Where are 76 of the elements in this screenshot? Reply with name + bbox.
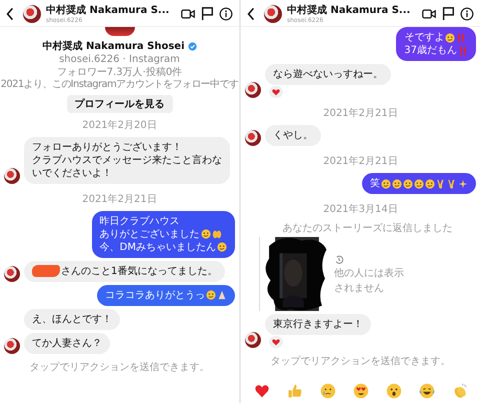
laughing-face-icon[interactable] — [418, 383, 434, 399]
message-text: なら遊べないっすねー。 — [273, 68, 383, 81]
date-label: 2021年2月20日 — [82, 118, 157, 132]
message-text: いでくださいよ！ — [32, 166, 112, 180]
double-exclamation-icon — [456, 32, 466, 42]
date-label: 2021年2月21日 — [323, 107, 398, 120]
date-label: 2021年2月21日 — [323, 155, 398, 168]
message-bubble[interactable]: くやし。 — [265, 125, 321, 146]
message-bubble[interactable]: 笑 — [362, 173, 476, 194]
smiley-face-icon — [206, 290, 216, 300]
sparkle-icon — [458, 178, 468, 188]
smiley-face-icon — [425, 178, 435, 188]
info-icon[interactable] — [460, 6, 474, 20]
crying-face-icon[interactable] — [320, 383, 336, 399]
heart-icon[interactable] — [254, 383, 270, 399]
message-text: ありがとございました — [100, 228, 200, 240]
message-text: くやし。 — [273, 129, 313, 142]
message-text: 37歳だもん — [404, 44, 457, 57]
heart-reaction-icon[interactable] — [269, 336, 283, 348]
double-exclamation-icon — [458, 46, 468, 56]
video-call-icon[interactable] — [181, 6, 195, 20]
message-bubble[interactable]: さんのこと1番気になってました。 — [24, 260, 226, 282]
reaction-hint: タップでリアクションを送信できます。 — [270, 354, 450, 368]
back-icon[interactable] — [247, 6, 255, 20]
story-reply-label: あなたのストーリーズに返信しました — [282, 222, 452, 235]
smiley-face-icon — [445, 32, 456, 42]
story-caption: 他の人には表示 — [334, 268, 404, 280]
date-label: 2021年2月21日 — [82, 192, 157, 206]
message-text: 昨日クラブハウス — [100, 214, 180, 228]
profile-name: 中村奨成 Nakamura Shosei — [42, 40, 185, 53]
message-bubble[interactable]: え、ほんとです！ — [24, 308, 120, 330]
video-call-icon[interactable] — [422, 6, 436, 20]
story-caption: されません — [334, 283, 385, 295]
message-text: フォローありがとうございます！ — [32, 140, 182, 154]
info-icon[interactable] — [219, 6, 233, 20]
replay-icon — [334, 255, 344, 265]
message-text: さんのこと1番気になってました。 — [61, 264, 218, 278]
smiley-face-icon — [381, 178, 391, 188]
message-text: そですよ — [404, 31, 444, 44]
reaction-hint: タップでリアクションを送信できます。 — [30, 360, 210, 374]
message-text: クラブハウスでメッセージ来たこと言わな — [32, 154, 222, 166]
message-text: 笑 — [370, 177, 380, 190]
avatar — [104, 27, 134, 36]
message-text: てか人妻さん？ — [32, 336, 102, 350]
smiley-face-icon — [217, 242, 227, 252]
heart-reaction-icon[interactable] — [269, 86, 283, 98]
message-bubble[interactable]: 東京行きますよー！ — [265, 314, 371, 335]
surprised-face-icon[interactable] — [386, 383, 402, 399]
contact-name: 中村奨成 Nakamura S... — [46, 4, 170, 17]
flag-icon[interactable] — [200, 6, 214, 20]
avatar[interactable] — [23, 4, 41, 22]
profile-subtitle: shosei.6226 · Instagram — [59, 54, 180, 66]
message-bubble[interactable]: フォローありがとうございます！ クラブハウスでメッセージ来たこと言わな いでくださいよ！ — [24, 136, 230, 184]
smiley-face-icon — [200, 229, 211, 239]
heart-eyes-face-icon[interactable] — [352, 383, 368, 399]
message-text: コラコラありがとうっ — [105, 288, 205, 302]
message-text: 今、DMみちゃいましたん — [100, 240, 216, 254]
message-bubble[interactable]: そですよ 37歳だもん — [396, 27, 476, 61]
back-icon[interactable] — [6, 6, 14, 20]
message-bubble[interactable]: てか人妻さん？ — [24, 332, 110, 354]
smiley-face-icon — [392, 178, 402, 188]
contact-name: 中村奨成 Nakamura S... — [287, 4, 412, 17]
smiley-face-icon — [403, 178, 413, 188]
profile-stats: フォロワー7.3万人·投稿0件 — [56, 66, 182, 78]
view-profile-button[interactable]: プロフィールを見る — [66, 94, 172, 112]
flag-icon[interactable] — [441, 6, 455, 20]
message-text: え、ほんとです！ — [32, 312, 112, 326]
message-text: 東京行きますよー！ — [273, 318, 363, 331]
following-note: 2021より、このInstagramアカウントをフォロー中です — [0, 79, 238, 90]
date-label: 2021年3月14日 — [323, 203, 398, 216]
smiley-face-icon — [414, 178, 424, 188]
avatar[interactable] — [264, 4, 282, 22]
thumbs-up-icon[interactable] — [286, 383, 302, 399]
message-bubble[interactable]: なら遊べないっすねー。 — [265, 64, 391, 85]
message-bubble[interactable]: 昨日クラブハウス ありがとございました 今、DMみちゃいましたん — [92, 210, 235, 258]
message-bubble[interactable]: コラコラありがとうっ — [97, 284, 235, 306]
